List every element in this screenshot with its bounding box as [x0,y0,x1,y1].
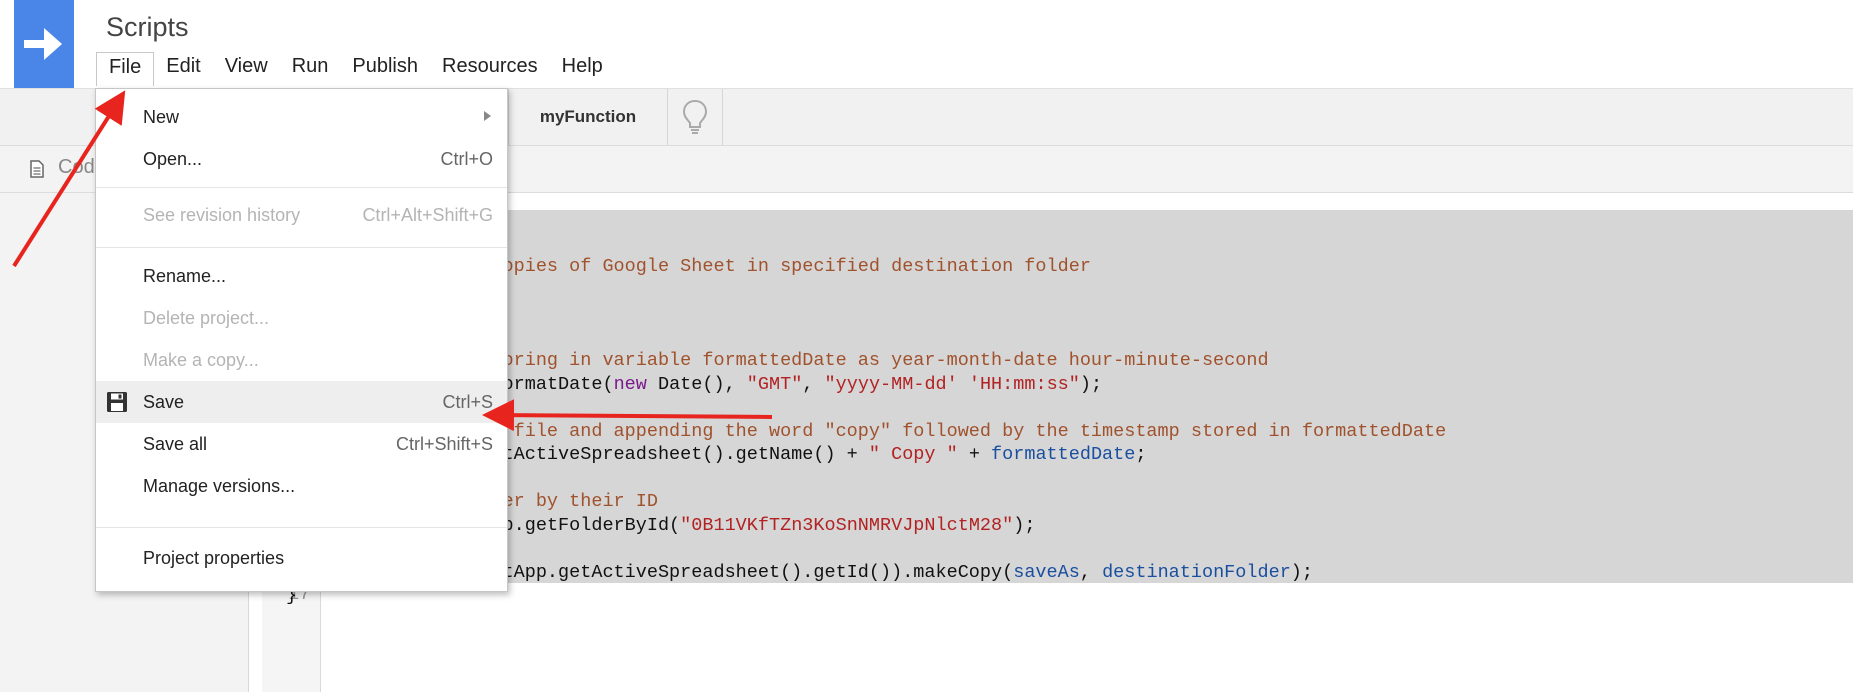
menu-item-manage-versions[interactable]: Manage versions... [96,466,507,506]
menu-edit[interactable]: Edit [154,52,212,82]
lightbulb-icon [682,99,708,134]
code-token: ; [1135,444,1147,465]
menu-item-open[interactable]: Open... Ctrl+O [96,139,507,179]
project-title[interactable]: Scripts [106,12,189,43]
menu-item-save[interactable]: Save Ctrl+S [96,381,507,423]
floppy-disk-icon [107,392,127,412]
menu-separator [96,187,507,188]
menu-item-label: Rename... [143,266,227,286]
menu-view[interactable]: View [213,52,280,82]
menu-item-shortcut: Ctrl+Alt+Shift+G [362,205,493,225]
menu-item-label: Manage versions... [143,476,296,496]
function-select[interactable]: myFunction [508,89,668,145]
menu-separator [96,247,507,248]
menu-separator [96,527,507,528]
code-token: destinationFolder [1102,561,1291,583]
menu-item-shortcut: Ctrl+Shift+S [395,434,493,454]
menu-item-rename[interactable]: Rename... [96,256,507,296]
code-token: Date(), [646,373,747,395]
code-token: ); [1290,561,1314,583]
menu-item-new[interactable]: New [96,97,507,137]
menu-item-make-a-copy: Make a copy... [96,340,507,380]
code-token: "yyyy-MM-dd' 'HH:mm:ss" [824,373,1080,395]
code-token: " Copy " [868,444,958,465]
menu-item-shortcut: Ctrl+S [442,392,493,412]
code-token: formattedDate [991,444,1136,465]
code-token: "GMT" [746,373,803,395]
menu-item-label: New [143,107,180,127]
code-token: new [613,373,647,395]
menu-item-label: Project properties [143,548,285,568]
menu-item-save-all[interactable]: Save all Ctrl+Shift+S [96,424,507,464]
menu-help[interactable]: Help [550,52,615,82]
menu-run[interactable]: Run [280,52,341,82]
menu-item-shortcut: Ctrl+O [440,149,493,169]
menu-resources[interactable]: Resources [430,52,550,82]
menu-item-label: Save [143,392,185,412]
code-token: ); [1079,373,1103,395]
menu-item-see-revision-history: See revision history Ctrl+Alt+Shift+G [96,195,507,235]
code-token: ); [1013,514,1036,536]
menu-item-label: Save all [143,434,208,454]
menu-item-project-properties[interactable]: Project properties [96,538,507,578]
code-token: , [1079,561,1103,583]
menu-bar: File Edit View Run Publish Resources Hel… [96,52,615,86]
menu-publish[interactable]: Publish [340,52,430,82]
code-token: + [957,444,992,465]
file-tab-label[interactable]: Cod [58,156,95,179]
submenu-arrow-icon [484,111,491,121]
arrow-right-icon [24,28,62,60]
menu-item-label: Open... [143,149,203,169]
menu-item-label: Make a copy... [143,350,259,370]
code-token: , [802,373,825,395]
menu-item-label: Delete project... [143,308,270,328]
code-token: "0B11VKfTZn3KoSnNMRVJpNlctM28" [680,514,1014,536]
apps-script-logo[interactable] [14,0,74,89]
file-menu-dropdown: New Open... Ctrl+O See revision history … [95,88,508,592]
menu-item-label: See revision history [143,205,301,225]
menu-file[interactable]: File [96,52,155,86]
execution-hints-button[interactable] [668,89,723,145]
code-token: saveAs [1013,561,1080,583]
menu-item-delete-project: Delete project... [96,298,507,338]
file-icon [30,160,44,178]
